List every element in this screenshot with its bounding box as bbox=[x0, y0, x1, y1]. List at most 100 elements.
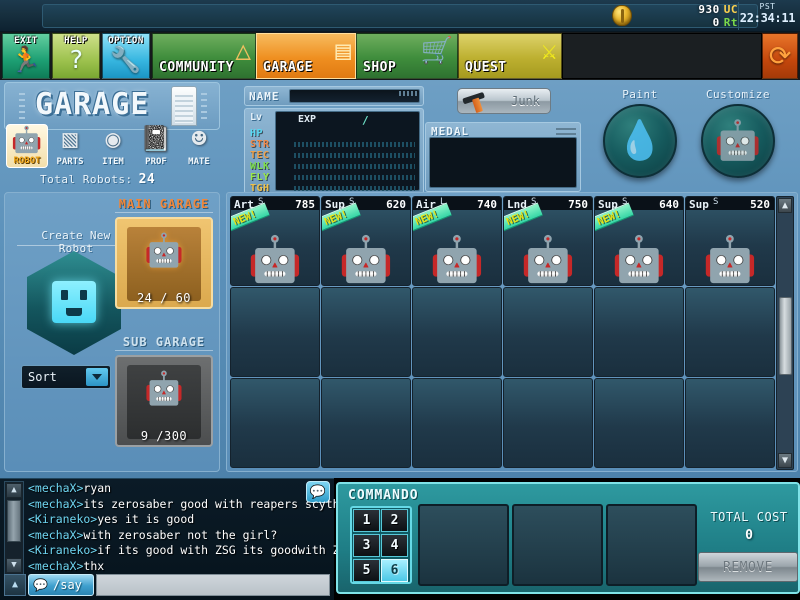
total-cost-label: TOTAL COST bbox=[710, 510, 788, 524]
robot-cell-header: Air L 740 bbox=[413, 197, 501, 211]
robot-cell[interactable] bbox=[412, 378, 502, 468]
commando-slot-3[interactable] bbox=[606, 504, 697, 586]
exp-label: EXP bbox=[298, 114, 317, 125]
robot-cell[interactable] bbox=[503, 287, 593, 377]
nav-refresh-button[interactable]: ⟳ bbox=[762, 33, 798, 79]
robot-cell[interactable] bbox=[230, 287, 320, 377]
commando-key-2[interactable]: 2 bbox=[381, 509, 408, 532]
tab-parts-label: PARTS bbox=[56, 157, 84, 167]
stat-row-tec: TEC bbox=[250, 150, 419, 161]
commando-key-6[interactable]: 6 bbox=[381, 559, 408, 582]
chevron-down-icon[interactable] bbox=[86, 368, 108, 386]
robot-cell[interactable]: Art S 785 NEW! 🤖 bbox=[230, 196, 320, 286]
chat-scroll-down-icon[interactable]: ▼ bbox=[6, 558, 22, 573]
chat-message: <Kiraneko>if its good with ZSG its goodw… bbox=[28, 543, 347, 559]
robot-cell[interactable]: Sup S 520 🤖 bbox=[685, 196, 775, 286]
orange-robot-icon: 🤖 bbox=[144, 231, 184, 269]
coin-icon bbox=[612, 5, 632, 26]
robot-cell[interactable] bbox=[685, 287, 775, 377]
customize-button[interactable]: 🤖 bbox=[701, 104, 775, 178]
robot-power: 750 bbox=[568, 198, 588, 211]
commando-key-1[interactable]: 1 bbox=[353, 509, 380, 532]
robot-cell[interactable] bbox=[503, 378, 593, 468]
nav-quest-button[interactable]: ⚔ QUEST bbox=[458, 33, 562, 79]
total-cost-value: 0 bbox=[745, 528, 753, 543]
medal-list[interactable] bbox=[429, 137, 577, 188]
notebook-pen-icon: 📓 bbox=[140, 124, 172, 153]
sub-garage-card[interactable]: 🤖 9 /300 bbox=[115, 355, 213, 447]
robot-cell[interactable] bbox=[685, 378, 775, 468]
stat-bar-fly bbox=[294, 175, 415, 180]
header-dots-right bbox=[201, 93, 207, 123]
remove-button[interactable]: REMOVE bbox=[698, 552, 798, 582]
chat-input[interactable] bbox=[96, 574, 330, 596]
commando-slot-2[interactable] bbox=[512, 504, 603, 586]
chat-scrollbar-thumb[interactable] bbox=[7, 500, 21, 542]
chat-message: <Kiraneko>yes it is good bbox=[28, 512, 328, 528]
tab-parts[interactable]: ▧ PARTS bbox=[49, 124, 91, 168]
nav-option-button[interactable]: 🔧 OPTION bbox=[102, 33, 150, 79]
robot-navy-support-icon: 🤖 bbox=[611, 234, 667, 285]
chat-nick: <mechaX> bbox=[28, 496, 84, 511]
nav-community-button[interactable]: △ COMMUNITY bbox=[152, 33, 256, 79]
chat-mode-button[interactable]: 💬 /say bbox=[28, 574, 94, 596]
name-value-field[interactable] bbox=[289, 89, 420, 103]
robot-cell[interactable]: Sup S 620 NEW! 🤖 bbox=[321, 196, 411, 286]
main-garage-inner: 🤖 bbox=[127, 227, 201, 301]
commando-key-4[interactable]: 4 bbox=[381, 534, 408, 557]
game-window: 930 UC 0 Rt PST 22:34:11 🏃 EXIT ? HELP 🔧 O… bbox=[0, 0, 800, 600]
nav-exit-button[interactable]: 🏃 EXIT bbox=[2, 33, 50, 79]
commando-key-5[interactable]: 5 bbox=[353, 559, 380, 582]
tab-mate[interactable]: ☻ MATE bbox=[178, 124, 220, 168]
robot-cell[interactable] bbox=[230, 378, 320, 468]
currency-uc-unit: UC bbox=[723, 3, 738, 16]
exp-separator: / bbox=[362, 114, 369, 127]
create-new-robot-button[interactable] bbox=[27, 251, 121, 355]
stat-bar-tec bbox=[294, 153, 415, 158]
paint-label: Paint bbox=[622, 88, 658, 101]
robot-cell[interactable]: Air L 740 NEW! 🤖 bbox=[412, 196, 502, 286]
tab-prof[interactable]: 📓 PROF bbox=[135, 124, 177, 168]
robot-cell[interactable] bbox=[321, 378, 411, 468]
stat-label-wlk: WLK bbox=[250, 161, 270, 172]
garage-sidebar: Create New Robot Sort MAIN GARAGE 🤖 24 /… bbox=[4, 192, 220, 472]
chat-text: ryan bbox=[83, 481, 112, 495]
robot-cell[interactable] bbox=[412, 287, 502, 377]
commando-key-3[interactable]: 3 bbox=[353, 534, 380, 557]
name-row: NAME bbox=[244, 86, 424, 106]
chevron-down-icon[interactable]: ▼ bbox=[778, 453, 792, 468]
robot-cell[interactable]: Lnd S 750 NEW! 🤖 bbox=[503, 196, 593, 286]
robot-icon: 🤖 bbox=[11, 125, 43, 154]
nav-shop-button[interactable]: 🛒 SHOP bbox=[356, 33, 458, 79]
nav-help-button[interactable]: ? HELP bbox=[52, 33, 100, 79]
robot-cell[interactable] bbox=[321, 287, 411, 377]
chat-message: <mechaX>with zerosaber not the girl? bbox=[28, 528, 328, 544]
chevron-up-icon[interactable]: ▲ bbox=[778, 198, 792, 213]
lv-label: Lv bbox=[250, 112, 263, 123]
robot-cell[interactable]: Sup S 640 NEW! 🤖 bbox=[594, 196, 684, 286]
scrollbar-thumb[interactable] bbox=[779, 297, 792, 375]
chat-scrollbar[interactable]: ▲ ▼ bbox=[4, 481, 24, 575]
robot-cell[interactable] bbox=[594, 378, 684, 468]
robot-face-hex-icon bbox=[52, 281, 96, 323]
chat-nick: <Kiraneko> bbox=[28, 543, 98, 557]
nav-community-label: COMMUNITY bbox=[159, 60, 234, 75]
robot-cell[interactable] bbox=[594, 287, 684, 377]
paint-button[interactable]: 💧 bbox=[603, 104, 677, 178]
tab-item[interactable]: ◉ ITEM bbox=[92, 124, 134, 168]
tab-robot[interactable]: 🤖 ROBOT bbox=[6, 124, 48, 168]
robot-grid-scrollbar[interactable]: ▲ ▼ bbox=[776, 196, 794, 470]
sort-dropdown[interactable]: Sort bbox=[21, 365, 111, 389]
chat-nick: <Kiraneko> bbox=[28, 512, 98, 526]
main-garage-header: MAIN GARAGE bbox=[118, 197, 210, 211]
paint-action: Paint 💧 bbox=[600, 88, 680, 178]
garage-tab-strip: 🤖 ROBOT ▧ PARTS ◉ ITEM 📓 PROF ☻ MATE bbox=[6, 124, 218, 170]
stat-label-hp: HP bbox=[250, 128, 264, 139]
main-garage-card[interactable]: 🤖 24 / 60 bbox=[115, 217, 213, 309]
nav-garage-button[interactable]: ▤ GARAGE bbox=[256, 33, 356, 79]
chat-scroll-up-icon[interactable]: ▲ bbox=[6, 483, 22, 498]
tab-prof-label: PROF bbox=[145, 157, 167, 167]
chat-expand-button[interactable]: ▲ bbox=[4, 574, 26, 596]
junk-button[interactable]: Junk bbox=[457, 88, 551, 114]
commando-slot-1[interactable] bbox=[418, 504, 509, 586]
